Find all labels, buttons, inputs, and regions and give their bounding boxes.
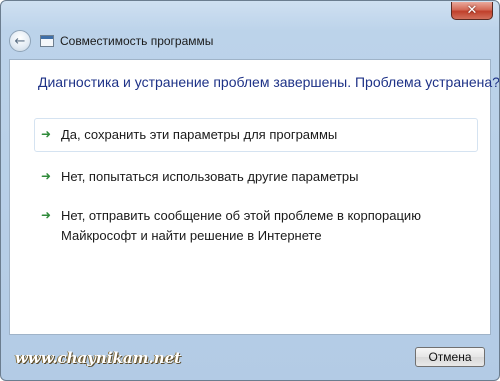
watermark: www.chaynikam.net — [15, 349, 182, 367]
content-panel: Диагностика и устранение проблем заверше… — [9, 59, 499, 335]
option-keep-settings[interactable]: ➜ Да, сохранить эти параметры для програ… — [34, 118, 478, 152]
green-arrow-icon: ➜ — [41, 127, 52, 141]
cancel-button[interactable]: Отмена — [415, 347, 485, 367]
nav-row: ← Совместимость программы — [9, 29, 213, 53]
dialog-footer: www.chaynikam.net Отмена — [1, 335, 499, 380]
title-bar: ✕ ← Совместимость программы — [1, 1, 499, 59]
dialog-window: ✕ ← Совместимость программы Диагностика … — [0, 0, 500, 381]
back-button[interactable]: ← — [9, 30, 31, 52]
program-compatibility-icon — [40, 35, 54, 47]
green-arrow-icon: ➜ — [41, 169, 52, 183]
window-title: Совместимость программы — [60, 34, 214, 48]
option-report-problem[interactable]: ➜ Нет, отправить сообщение об этой пробл… — [34, 199, 454, 253]
green-arrow-icon: ➜ — [41, 208, 52, 222]
close-icon: ✕ — [466, 3, 478, 18]
option-try-other-settings[interactable]: ➜ Нет, попытаться использовать другие па… — [34, 160, 478, 194]
close-button[interactable]: ✕ — [451, 2, 493, 20]
page-heading: Диагностика и устранение проблем заверше… — [38, 74, 500, 90]
option-label: Да, сохранить эти параметры для программ… — [61, 127, 338, 142]
option-label: Нет, попытаться использовать другие пара… — [61, 169, 359, 184]
back-arrow-icon: ← — [14, 33, 26, 49]
option-label: Нет, отправить сообщение об этой проблем… — [61, 208, 421, 243]
